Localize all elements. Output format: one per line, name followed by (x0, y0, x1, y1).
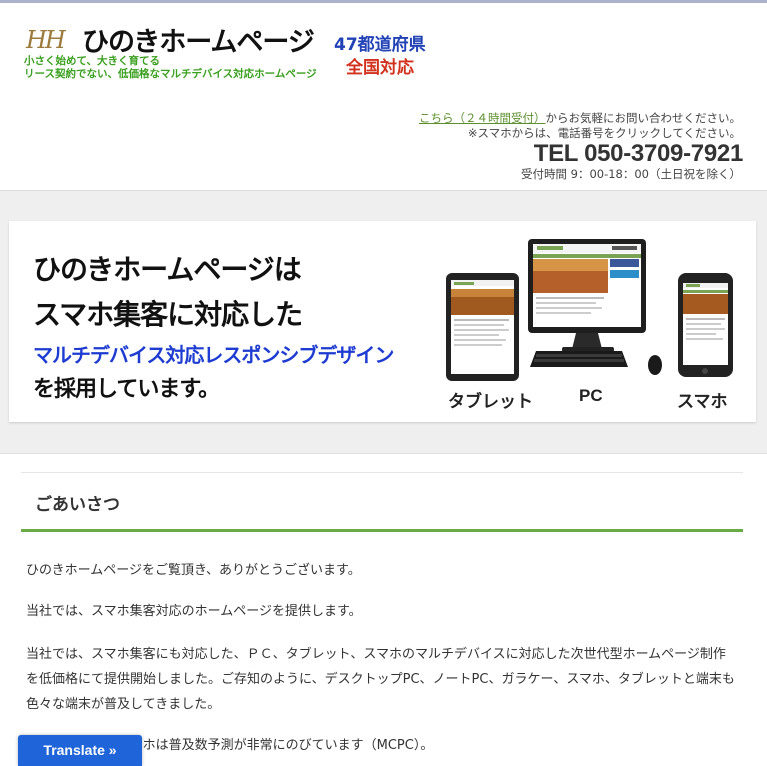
section-title: ごあいさつ (35, 495, 120, 515)
tagline-2: リース契約でない、低価格なマルチデバイス対応ホームページ (24, 68, 317, 80)
tablet-label: タブレット (448, 392, 533, 411)
greeting-paragraph-3: 当社では、スマホ集客にも対応した、ＰＣ、タブレット、スマホのマルチデバイスに対応… (26, 647, 735, 712)
pc-image (528, 239, 662, 375)
greeting-paragraph-1: ひのきホームページをご覧頂き、ありがとうございます。 (26, 563, 361, 578)
business-hours: 受付時間 9：00-18：00（土日祝を除く） (520, 167, 741, 181)
greeting-paragraph-2: 当社では、スマホ集客対応のホームページを提供します。 (26, 604, 362, 619)
hero-banner: ひのきホームページは スマホ集客に対応した マルチデバイス対応レスポンシブデザイ… (9, 221, 756, 422)
pc-label: PC (579, 386, 603, 405)
banner-line-3: マルチデバイス対応レスポンシブデザイン (33, 343, 394, 367)
tel-number-link[interactable]: TEL 050-3709-7921 (534, 140, 744, 168)
banner-line-4: を採用しています。 (33, 376, 220, 402)
logo-mark[interactable]: HH (26, 26, 66, 54)
banner-line-1: ひのきホームページは (33, 253, 302, 286)
contact-line: こちら（２４時間受付）からお気軽にお問い合わせください。 (419, 110, 741, 126)
banner-line-2: スマホ集客に対応した (33, 298, 303, 331)
nationwide-label: 全国対応 (346, 58, 414, 78)
top-border (0, 0, 767, 3)
smartphone-image (678, 273, 733, 377)
smartphone-note: ※スマホからは、電話番号をクリックしてください。 (467, 126, 741, 140)
section-title-underline (21, 529, 743, 532)
prefectures-label: 47都道府県 (334, 35, 426, 55)
smartphone-label: スマホ (677, 392, 728, 411)
devices-illustration (446, 239, 733, 381)
translate-button[interactable]: Translate » (18, 735, 142, 766)
tablet-image (446, 273, 519, 381)
section-top-divider (21, 472, 743, 473)
contact-text: からお気軽にお問い合わせください。 (545, 111, 742, 125)
contact-link[interactable]: こちら（２４時間受付） (419, 111, 546, 125)
